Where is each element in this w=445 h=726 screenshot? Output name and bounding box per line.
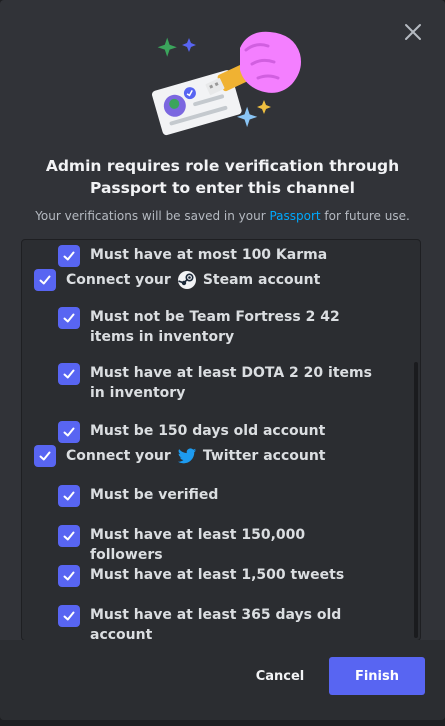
checkbox[interactable] xyxy=(58,605,80,627)
modal-subtitle: Your verifications will be saved in your… xyxy=(10,207,435,225)
sparkle-icon xyxy=(157,37,177,57)
steam-icon xyxy=(177,271,196,289)
checkbox[interactable] xyxy=(58,525,80,547)
check-icon xyxy=(63,369,75,379)
checkbox[interactable] xyxy=(58,485,80,507)
requirement-twitter-tweets[interactable]: Must have at least 1,500 tweets xyxy=(58,565,372,587)
requirement-label: Must have at least 150,000 followers xyxy=(90,527,306,563)
requirement-label: Must have at least 365 days old account xyxy=(90,607,342,641)
checkbox[interactable] xyxy=(58,307,80,329)
finish-button[interactable]: Finish xyxy=(329,657,425,695)
check-icon xyxy=(63,611,75,621)
subtitle-text-end: for future use. xyxy=(320,209,410,223)
sparkle-icon xyxy=(182,38,196,52)
connect-steam-row[interactable]: Connect your Steam account xyxy=(34,269,320,291)
requirement-label: Must be 150 days old account xyxy=(90,423,326,439)
requirement-label: Must not be Team Fortress 2 42 items in … xyxy=(90,309,340,345)
scrollbar[interactable] xyxy=(414,242,418,638)
verification-modal: Admin requires role verification through… xyxy=(0,0,445,720)
modal-title: Admin requires role verification through… xyxy=(20,155,425,199)
twitter-icon xyxy=(177,448,196,464)
passport-illustration xyxy=(151,31,301,136)
checkbox[interactable] xyxy=(58,245,80,267)
requirement-twitter-followers[interactable]: Must have at least 150,000 followers xyxy=(58,525,372,565)
requirement-label: Must have at most 100 Karma xyxy=(90,247,328,263)
steam-service-name: Steam account xyxy=(202,272,321,288)
connect-twitter-label: Connect your Twitter account xyxy=(66,445,326,467)
check-icon xyxy=(63,571,75,581)
requirement-twitter-verified[interactable]: Must be verified xyxy=(58,485,372,507)
subtitle-text: Your verifications will be saved in your xyxy=(35,209,270,223)
check-icon xyxy=(63,491,75,501)
requirements-list[interactable]: Must have at most 100 Karma Connect your xyxy=(21,239,421,641)
sparkle-icon xyxy=(257,100,271,114)
checkbox[interactable] xyxy=(34,269,56,291)
check-icon xyxy=(63,531,75,541)
hand-graphic xyxy=(240,31,301,93)
requirement-twitter-age[interactable]: Must have at least 365 days old account xyxy=(58,605,372,641)
requirement-label: Must have at least DOTA 2 20 items in in… xyxy=(90,365,372,401)
checkbox[interactable] xyxy=(34,445,56,467)
check-icon xyxy=(63,427,75,437)
modal-footer: Cancel Finish xyxy=(0,640,445,720)
connect-prefix: Connect your xyxy=(66,272,171,288)
check-icon xyxy=(39,451,51,461)
check-icon xyxy=(63,313,75,323)
connect-steam-label: Connect your Steam account xyxy=(66,269,320,291)
close-icon xyxy=(405,24,421,40)
cancel-button[interactable]: Cancel xyxy=(236,657,324,695)
checkbox[interactable] xyxy=(58,421,80,443)
modal-title-line2: Passport to enter this channel xyxy=(90,179,355,197)
requirement-label: Must have at least 1,500 tweets xyxy=(90,567,345,583)
checkbox[interactable] xyxy=(58,565,80,587)
scrollbar-thumb[interactable] xyxy=(414,362,418,638)
requirement-steam-age[interactable]: Must be 150 days old account xyxy=(58,421,372,443)
check-icon xyxy=(39,275,51,285)
check-icon xyxy=(63,251,75,261)
twitter-service-name: Twitter account xyxy=(202,448,326,464)
passport-link[interactable]: Passport xyxy=(269,209,320,223)
requirements-scroll-area: Must have at most 100 Karma Connect your xyxy=(22,240,414,640)
connect-twitter-row[interactable]: Connect your Twitter account xyxy=(34,445,326,467)
close-button[interactable] xyxy=(401,20,425,44)
requirement-karma[interactable]: Must have at most 100 Karma xyxy=(58,245,372,267)
modal-title-line1: Admin requires role verification through xyxy=(45,157,400,175)
checkbox[interactable] xyxy=(58,363,80,385)
connect-prefix: Connect your xyxy=(66,448,171,464)
requirement-steam-tf2[interactable]: Must not be Team Fortress 2 42 items in … xyxy=(58,307,372,347)
requirement-label: Must be verified xyxy=(90,487,219,503)
requirement-steam-dota2[interactable]: Must have at least DOTA 2 20 items in in… xyxy=(58,363,372,403)
